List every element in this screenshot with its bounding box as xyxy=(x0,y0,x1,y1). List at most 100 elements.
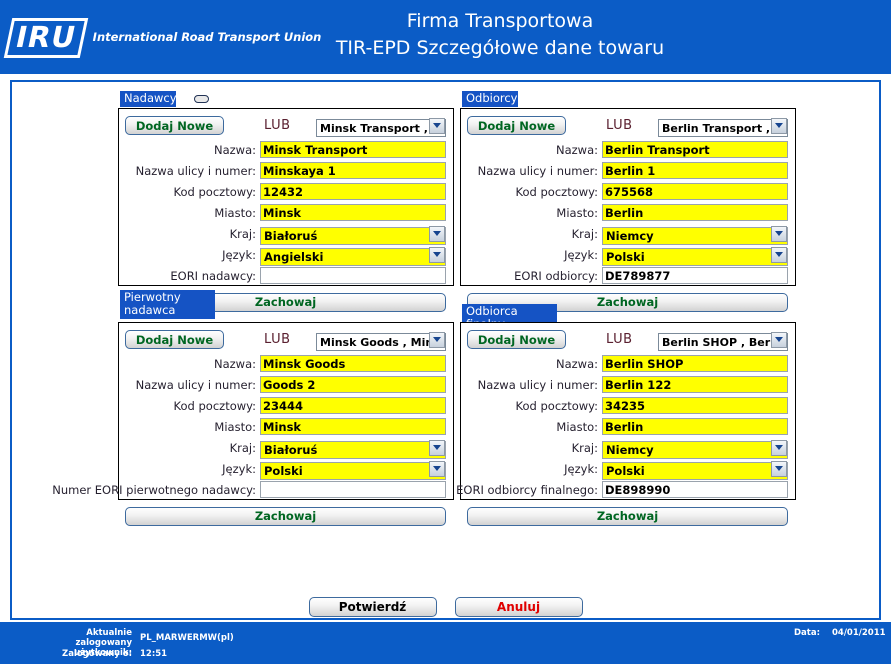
consignee-selector-wrap: Berlin Transport , Ber xyxy=(658,117,788,137)
street-input-consignees[interactable] xyxy=(602,162,788,179)
field-row-street: Nazwa ulicy i numer: xyxy=(125,375,446,394)
label-country: Kraj: xyxy=(229,440,256,455)
collapse-toggle-icon[interactable] xyxy=(194,95,209,103)
cancel-button[interactable]: Anuluj xyxy=(454,597,583,617)
city-input-consignors[interactable] xyxy=(260,204,446,221)
label-language: Język: xyxy=(564,461,598,476)
field-row-street: Nazwa ulicy i numer: xyxy=(467,375,788,394)
language-select-consignors[interactable]: Angielski xyxy=(260,247,446,266)
label-name: Nazwa: xyxy=(213,356,256,371)
city-input-original-consignor[interactable] xyxy=(260,418,446,435)
footer-login-time-value: 12:51 xyxy=(140,649,168,659)
label-country: Kraj: xyxy=(571,440,598,455)
label-city: Miasto: xyxy=(214,419,256,434)
label-country: Kraj: xyxy=(229,226,256,241)
country-select-final-consignee[interactable]: Niemcy xyxy=(602,440,788,459)
field-row-postcode: Kod pocztowy: xyxy=(467,396,788,415)
label-street: Nazwa ulicy i numer: xyxy=(135,377,256,392)
original-consignor-selector[interactable]: Minsk Goods , Minsk , xyxy=(316,333,446,351)
country-select-consignors[interactable]: Białoruś xyxy=(260,226,446,245)
postcode-input-original-consignor[interactable] xyxy=(260,397,446,414)
add-new-button-final-consignee[interactable]: Dodaj Nowe xyxy=(467,330,566,349)
label-city: Miasto: xyxy=(556,419,598,434)
language-select-consignees[interactable]: Polski xyxy=(602,247,788,266)
final-consignee-selector[interactable]: Berlin SHOP , Berlin , xyxy=(658,333,788,351)
country-select-wrap-consignors: Białoruś xyxy=(260,225,446,245)
postcode-input-consignors[interactable] xyxy=(260,183,446,200)
field-row-name: Nazwa: xyxy=(125,140,446,159)
or-label-final-consignee: LUB xyxy=(606,332,633,347)
name-input-original-consignor[interactable] xyxy=(260,355,446,372)
label-street: Nazwa ulicy i numer: xyxy=(477,163,598,178)
consignor-selector[interactable]: Minsk Transport , Min xyxy=(316,119,446,137)
final-consignee-selector-wrap: Berlin SHOP , Berlin , xyxy=(658,331,788,351)
eori-input-consignors[interactable] xyxy=(260,267,446,284)
field-row-language: Język: Polski xyxy=(467,459,788,480)
label-street: Nazwa ulicy i numer: xyxy=(477,377,598,392)
add-new-button-consignors[interactable]: Dodaj Nowe xyxy=(125,116,224,135)
eori-input-consignees[interactable] xyxy=(602,267,788,284)
language-select-final-consignee[interactable]: Polski xyxy=(602,461,788,480)
iru-logo-mark: IRU xyxy=(3,18,88,58)
iru-logo-letters: IRU xyxy=(12,20,80,54)
field-row-city: Miasto: xyxy=(467,417,788,436)
language-select-original-consignor[interactable]: Polski xyxy=(260,461,446,480)
label-name: Nazwa: xyxy=(555,142,598,157)
country-select-wrap-final-consignee: Niemcy xyxy=(602,439,788,459)
label-language: Język: xyxy=(222,247,256,262)
name-input-final-consignee[interactable] xyxy=(602,355,788,372)
field-row-language: Język: Angielski xyxy=(125,245,446,266)
or-label-consignees: LUB xyxy=(606,118,633,133)
panel-final-consignee-save-row: Zachowaj xyxy=(467,505,788,526)
label-street: Nazwa ulicy i numer: xyxy=(135,163,256,178)
city-input-consignees[interactable] xyxy=(602,204,788,221)
footer-date-value: 04/01/2011 xyxy=(832,628,886,638)
street-input-original-consignor[interactable] xyxy=(260,376,446,393)
add-new-button-original-consignor[interactable]: Dodaj Nowe xyxy=(125,330,224,349)
eori-input-original-consignor[interactable] xyxy=(260,481,446,498)
field-row-name: Nazwa: xyxy=(467,354,788,373)
city-input-final-consignee[interactable] xyxy=(602,418,788,435)
label-eori-original-consignor: Numer EORI pierwotnego nadawcy: xyxy=(52,482,256,497)
postcode-input-consignees[interactable] xyxy=(602,183,788,200)
country-select-wrap-original-consignor: Białoruś xyxy=(260,439,446,459)
field-row-postcode: Kod pocztowy: xyxy=(125,182,446,201)
postcode-input-final-consignee[interactable] xyxy=(602,397,788,414)
page-title: Firma Transportowa TIR-EPD Szczegółowe d… xyxy=(220,8,780,62)
or-label-consignors: LUB xyxy=(264,118,291,133)
panel-badge-consignors: Nadawcy xyxy=(120,91,177,107)
page-title-line1: Firma Transportowa xyxy=(406,10,594,32)
field-row-postcode: Kod pocztowy: xyxy=(125,396,446,415)
name-input-consignors[interactable] xyxy=(260,141,446,158)
panel-final-consignee: Dodaj Nowe LUB Berlin SHOP , Berlin , Na… xyxy=(456,322,796,526)
street-input-final-consignee[interactable] xyxy=(602,376,788,393)
eori-input-final-consignee[interactable] xyxy=(602,481,788,498)
panel-original-consignor: Dodaj Nowe LUB Minsk Goods , Minsk , Naz… xyxy=(52,322,454,526)
or-label-original-consignor: LUB xyxy=(264,332,291,347)
label-postcode: Kod pocztowy: xyxy=(515,184,598,199)
field-row-country: Kraj: Niemcy xyxy=(467,224,788,245)
label-country: Kraj: xyxy=(571,226,598,241)
field-row-language: Język: Polski xyxy=(125,459,446,480)
street-input-consignors[interactable] xyxy=(260,162,446,179)
name-input-consignees[interactable] xyxy=(602,141,788,158)
footer-user-value: PL_MARWERMW(pl) xyxy=(140,633,234,643)
add-new-button-consignees[interactable]: Dodaj Nowe xyxy=(467,116,566,135)
field-row-street: Nazwa ulicy i numer: xyxy=(467,161,788,180)
confirm-button[interactable]: Potwierdź xyxy=(308,597,437,617)
page-header: IRU International Road Transport Union F… xyxy=(0,0,891,74)
save-button-final-consignee[interactable]: Zachowaj xyxy=(467,506,788,526)
label-name: Nazwa: xyxy=(555,356,598,371)
label-city: Miasto: xyxy=(556,205,598,220)
label-language: Język: xyxy=(564,247,598,262)
field-row-name: Nazwa: xyxy=(467,140,788,159)
footer-date-label: Data: xyxy=(794,628,820,638)
panel-badge-original-consignor: Pierwotny nadawca xyxy=(120,290,215,319)
save-button-original-consignor[interactable]: Zachowaj xyxy=(125,506,446,526)
country-select-consignees[interactable]: Niemcy xyxy=(602,226,788,245)
consignee-selector[interactable]: Berlin Transport , Ber xyxy=(658,119,788,137)
label-postcode: Kod pocztowy: xyxy=(173,184,256,199)
country-select-original-consignor[interactable]: Białoruś xyxy=(260,440,446,459)
field-row-language: Język: Polski xyxy=(467,245,788,266)
content-frame: Nadawcy Dodaj Nowe LUB Minsk Transport ,… xyxy=(10,80,881,620)
